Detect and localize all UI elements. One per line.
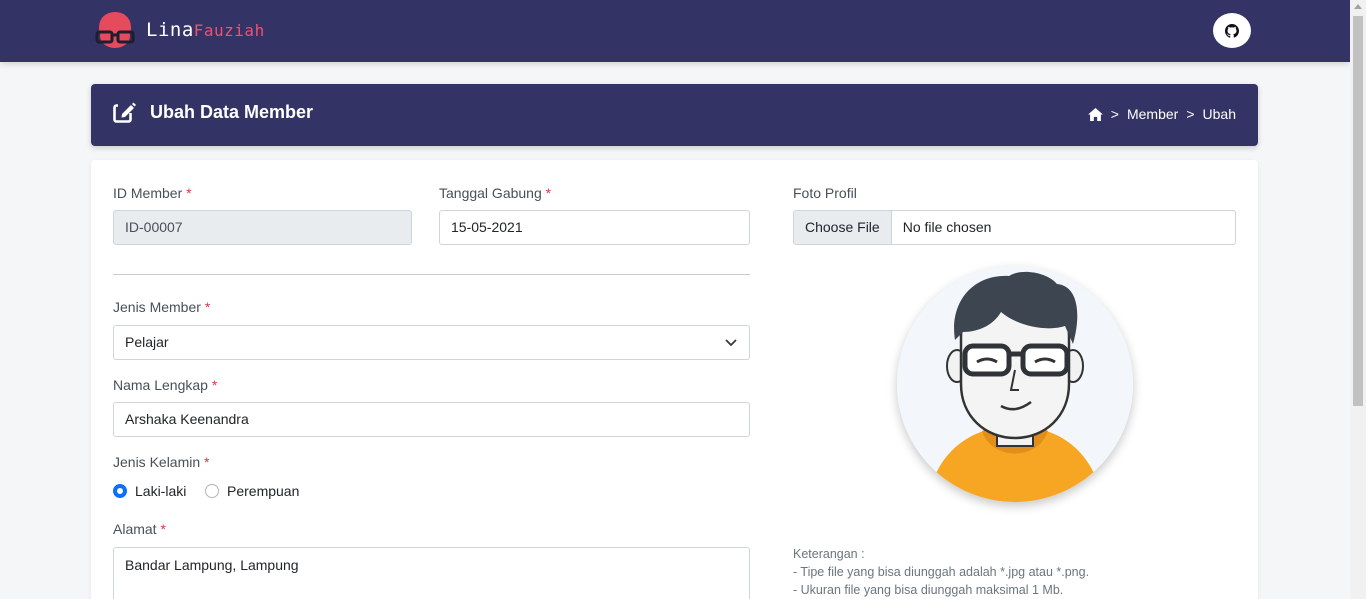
breadcrumb-separator: > — [1110, 106, 1119, 122]
jenis-member-label: Jenis Member * — [113, 299, 211, 315]
radio-unchecked-icon — [205, 484, 219, 498]
page-title: Ubah Data Member — [113, 102, 313, 123]
brand-accent: Fauziah — [193, 21, 265, 40]
radio-laki-laki-label: Laki-laki — [135, 483, 187, 499]
scroll-up-icon[interactable] — [1354, 4, 1362, 9]
radio-laki-laki[interactable]: Laki-laki — [113, 483, 186, 499]
jenis-member-value: Pelajar — [125, 334, 169, 350]
breadcrumb-member[interactable]: Member — [1127, 106, 1178, 122]
upload-note: Keterangan : - Tipe file yang bisa diung… — [793, 545, 1089, 599]
radio-perempuan[interactable]: Perempuan — [205, 483, 299, 499]
home-icon[interactable] — [1087, 107, 1103, 121]
radio-perempuan-label: Perempuan — [227, 483, 300, 499]
brand[interactable]: LinaFauziah — [94, 10, 265, 50]
page-header: Ubah Data Member > Member > Ubah — [91, 84, 1258, 146]
form-divider — [113, 274, 750, 275]
foto-profil-label: Foto Profil — [793, 185, 857, 201]
id-member-label: ID Member * — [113, 185, 192, 201]
page-title-text: Ubah Data Member — [150, 102, 314, 122]
id-member-field: ID-00007 — [113, 210, 412, 245]
top-navbar: LinaFauziah — [0, 0, 1350, 62]
alamat-label: Alamat * — [113, 521, 166, 537]
radio-checked-icon — [113, 484, 127, 498]
alamat-textarea[interactable]: Bandar Lampung, Lampung — [113, 547, 750, 599]
file-status: No file chosen — [902, 219, 992, 235]
foto-profil-input[interactable]: Choose File No file chosen — [793, 210, 1236, 245]
edit-icon — [113, 102, 136, 123]
note-line: - Tipe file yang bisa diunggah adalah *.… — [793, 565, 1090, 579]
breadcrumb-separator: > — [1186, 106, 1195, 122]
github-icon — [1225, 23, 1239, 38]
breadcrumb-ubah: Ubah — [1202, 106, 1236, 122]
scrollbar-thumb[interactable] — [1353, 16, 1363, 406]
tanggal-gabung-label: Tanggal Gabung * — [439, 185, 552, 201]
jenis-member-select[interactable]: Pelajar — [113, 325, 750, 360]
breadcrumb: > Member > Ubah — [1087, 106, 1236, 122]
note-title: Keterangan : — [793, 547, 865, 561]
page-scrollbar[interactable] — [1350, 0, 1366, 599]
nama-lengkap-label: Nama Lengkap * — [113, 377, 218, 393]
brand-name: LinaFauziah — [146, 19, 265, 41]
note-line: - Ukuran file yang bisa diunggah maksima… — [793, 583, 1064, 597]
profile-photo — [897, 266, 1133, 502]
jenis-kelamin-label: Jenis Kelamin * — [113, 454, 210, 470]
avatar-illustration-icon — [897, 266, 1133, 502]
tanggal-gabung-field[interactable]: 15-05-2021 — [439, 210, 750, 245]
nama-lengkap-field[interactable]: Arshaka Keenandra — [113, 402, 750, 437]
github-button[interactable] — [1213, 13, 1251, 48]
brand-logo-icon — [95, 12, 135, 48]
chevron-down-icon — [725, 339, 737, 347]
choose-file-button[interactable]: Choose File — [794, 211, 892, 244]
